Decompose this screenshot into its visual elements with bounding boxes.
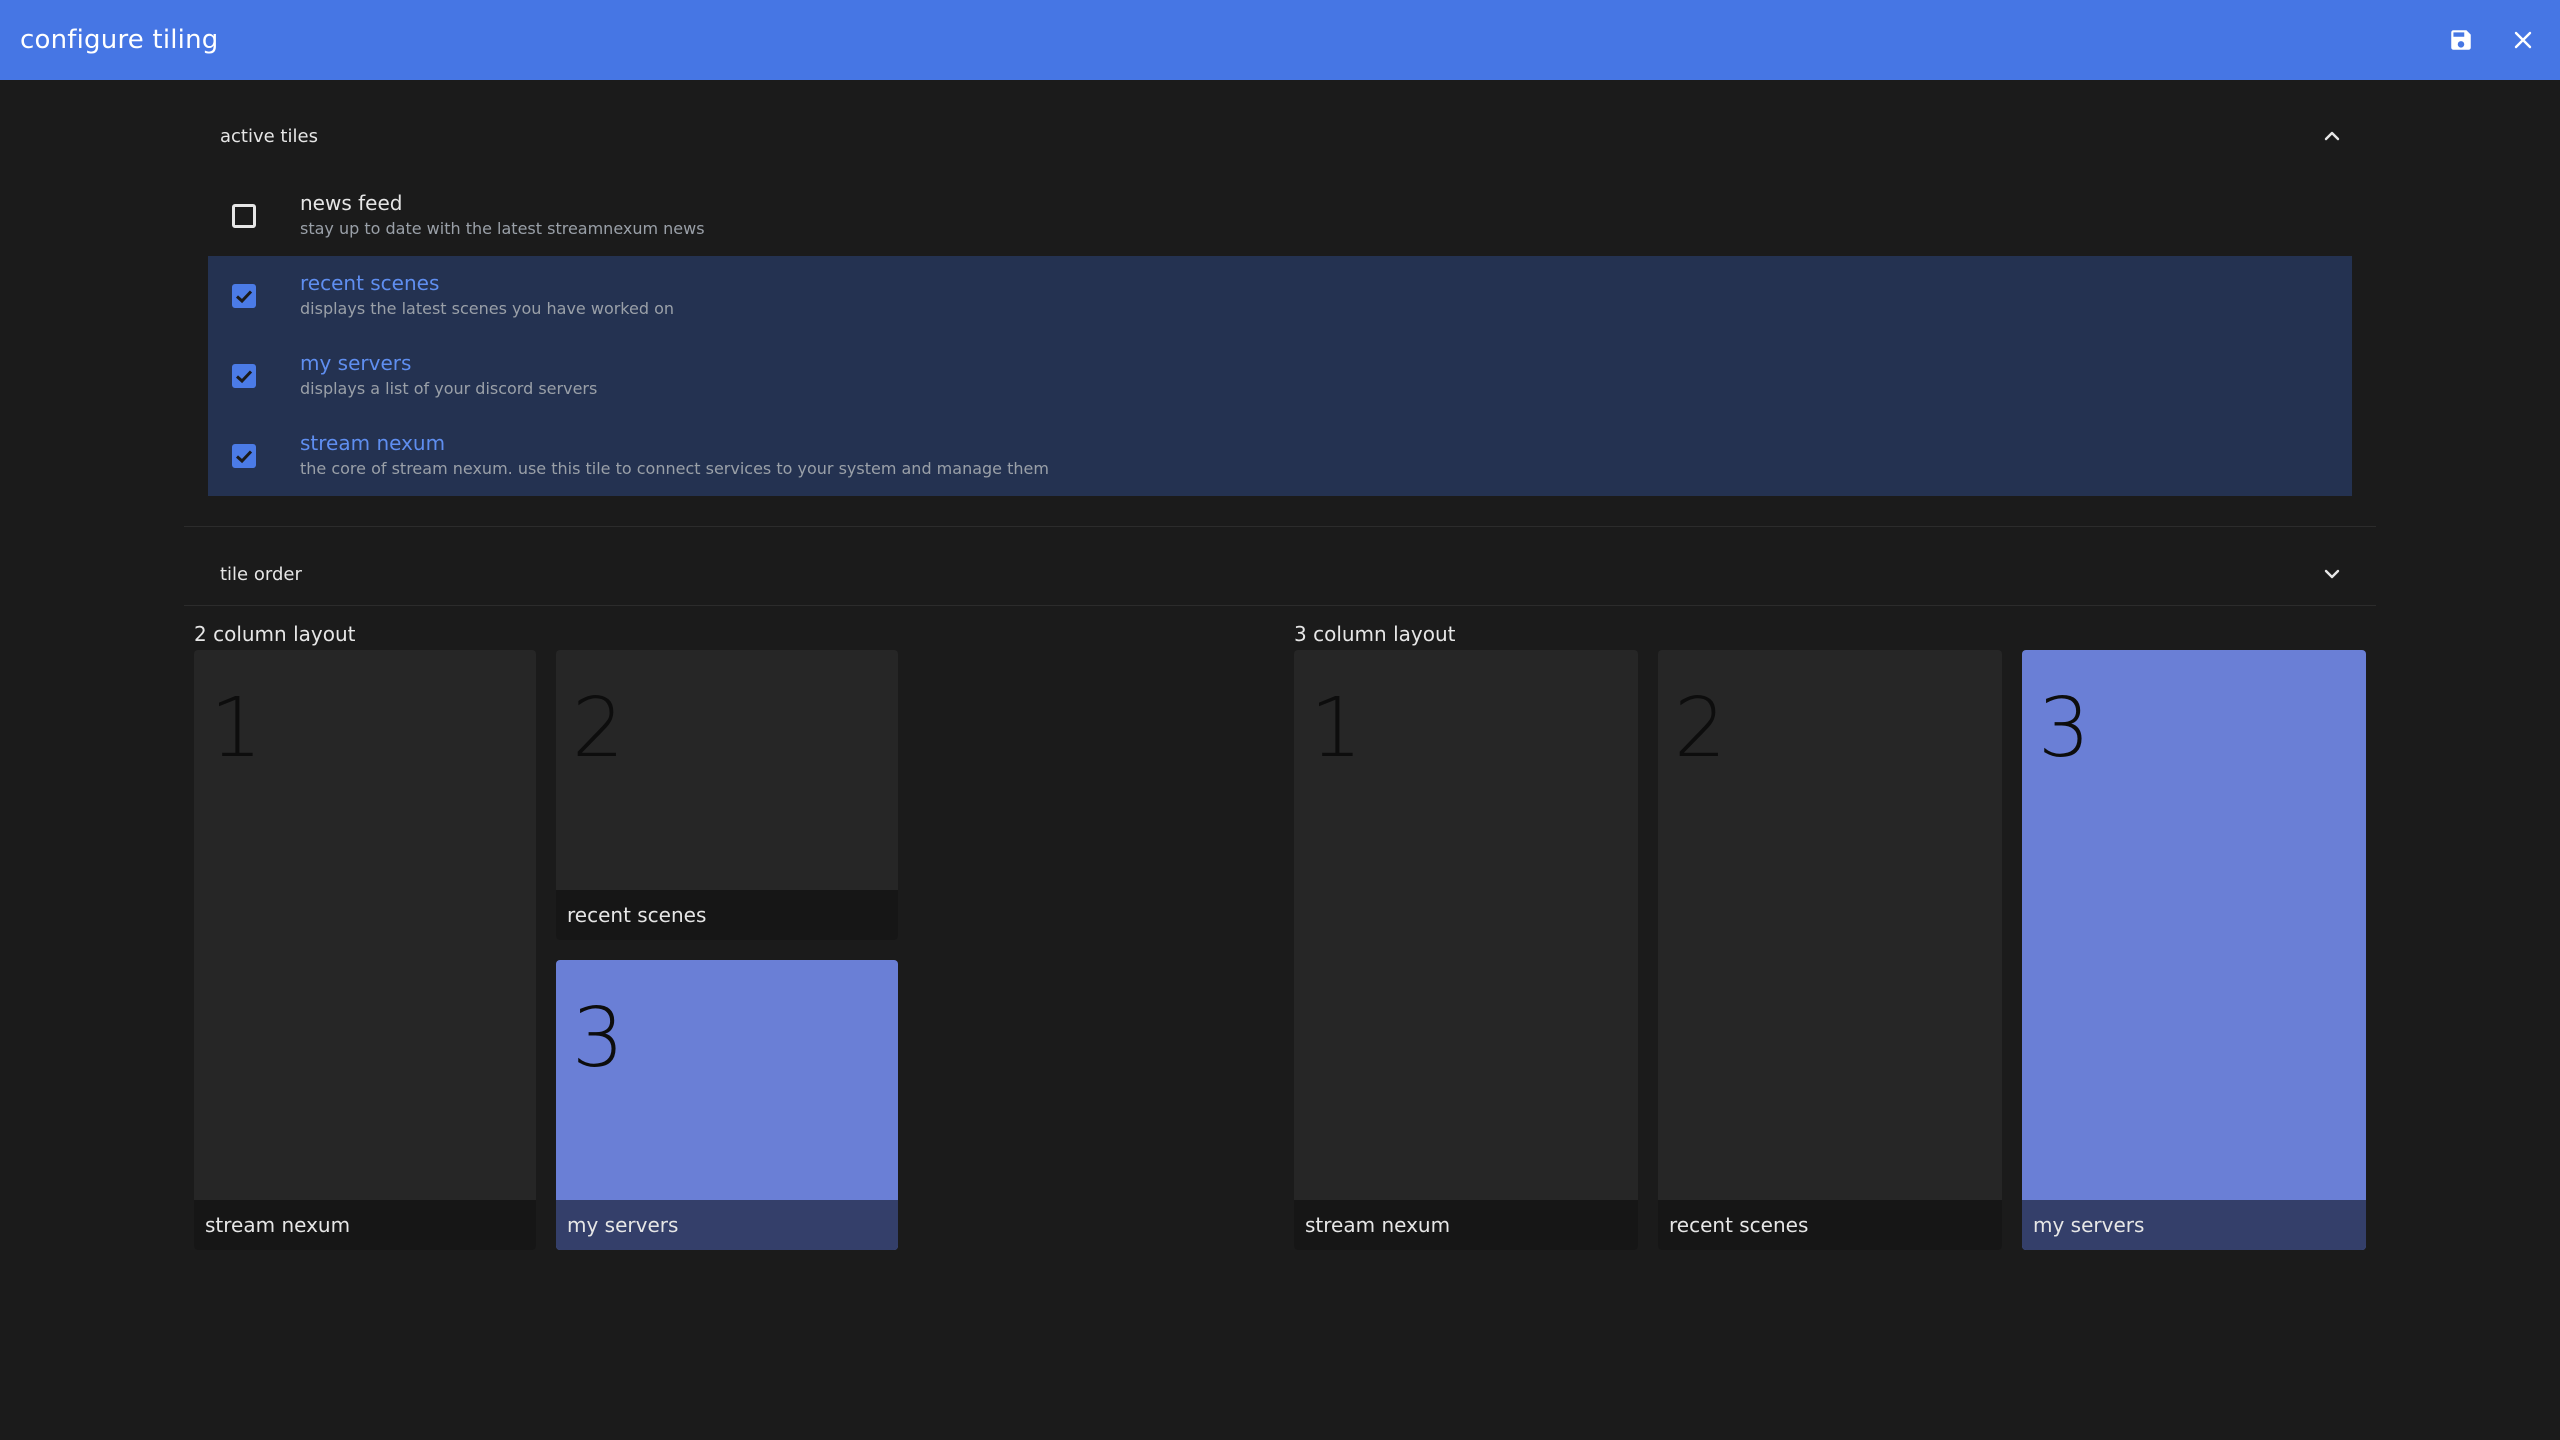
tile-name: news feed — [300, 191, 403, 215]
close-icon — [2514, 31, 2532, 49]
checkbox-recent-scenes[interactable] — [232, 284, 256, 308]
tile-text: news feed stay up to date with the lates… — [300, 190, 705, 240]
layout-card-stream-nexum[interactable]: 1 stream nexum — [194, 650, 536, 1250]
save-icon — [2451, 30, 2471, 50]
list-item-my-servers[interactable]: my servers displays a list of your disco… — [208, 336, 2352, 416]
card-number: 2 — [1674, 681, 1727, 776]
tile-order-header[interactable]: tile order — [184, 536, 2376, 612]
close-button[interactable] — [2506, 23, 2540, 57]
card-number: 2 — [572, 681, 625, 776]
chevron-up-icon — [2324, 131, 2340, 141]
checkbox-stream-nexum[interactable] — [232, 444, 256, 468]
check-icon — [235, 450, 253, 464]
card-label: stream nexum — [194, 1200, 536, 1250]
two-column-layout-label: 2 column layout — [194, 622, 356, 646]
layout-card-recent-scenes[interactable]: 2 recent scenes — [556, 650, 898, 940]
tile-name: my servers — [300, 351, 412, 375]
check-icon — [235, 370, 253, 384]
app-bar: configure tiling — [0, 0, 2560, 80]
tile-order-label: tile order — [220, 563, 302, 585]
card-label: recent scenes — [1658, 1200, 2002, 1250]
card-number: 3 — [2038, 681, 2091, 776]
card-label: stream nexum — [1294, 1200, 1638, 1250]
card-label: recent scenes — [556, 890, 898, 940]
card-label: my servers — [556, 1200, 898, 1250]
check-icon — [235, 290, 253, 304]
tile-description: the core of stream nexum. use this tile … — [300, 459, 1049, 478]
three-column-layout-label: 3 column layout — [1294, 622, 1456, 646]
tile-text: my servers displays a list of your disco… — [300, 350, 597, 400]
tile-description: displays the latest scenes you have work… — [300, 299, 675, 318]
page-title: configure tiling — [20, 25, 219, 55]
list-item-recent-scenes[interactable]: recent scenes displays the latest scenes… — [208, 256, 2352, 336]
save-button[interactable] — [2444, 23, 2478, 57]
chevron-down-icon — [2324, 569, 2340, 579]
tile-name: stream nexum — [300, 431, 446, 455]
divider — [184, 526, 2376, 527]
tile-description: stay up to date with the latest streamne… — [300, 219, 705, 238]
card-label: my servers — [2022, 1200, 2366, 1250]
card-number: 3 — [572, 991, 625, 1086]
divider — [184, 605, 2376, 606]
checkbox-my-servers[interactable] — [232, 364, 256, 388]
list-item-news-feed[interactable]: news feed stay up to date with the lates… — [208, 176, 2352, 256]
layout-card-my-servers[interactable]: 3 my servers — [2022, 650, 2366, 1250]
active-tiles-label: active tiles — [220, 125, 318, 147]
active-tiles-header[interactable]: active tiles — [184, 98, 2376, 174]
appbar-actions — [2444, 0, 2540, 80]
layout-card-stream-nexum[interactable]: 1 stream nexum — [1294, 650, 1638, 1250]
checkbox-news-feed[interactable] — [232, 204, 256, 228]
tile-text: recent scenes displays the latest scenes… — [300, 270, 674, 320]
layout-card-recent-scenes[interactable]: 2 recent scenes — [1658, 650, 2002, 1250]
card-number: 1 — [1310, 681, 1363, 776]
tile-text: stream nexum the core of stream nexum. u… — [300, 430, 1049, 480]
tile-description: displays a list of your discord servers — [300, 379, 598, 398]
layout-card-my-servers[interactable]: 3 my servers — [556, 960, 898, 1250]
list-item-stream-nexum[interactable]: stream nexum the core of stream nexum. u… — [208, 416, 2352, 496]
active-tiles-list: news feed stay up to date with the lates… — [208, 176, 2352, 496]
card-number: 1 — [210, 681, 263, 776]
tile-name: recent scenes — [300, 271, 440, 295]
